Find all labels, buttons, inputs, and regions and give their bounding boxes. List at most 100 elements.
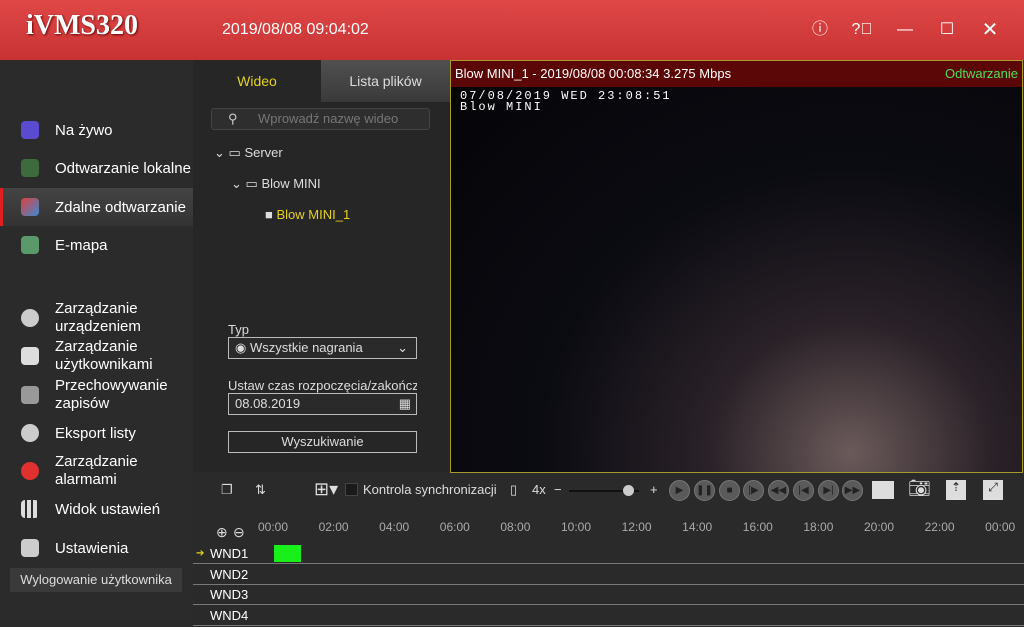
fast-icon[interactable]: ▶▶: [842, 480, 863, 501]
snapshot-icon[interactable]: 📷︎: [908, 478, 931, 499]
search-input[interactable]: ⚲ Wprowadź nazwę wideo: [211, 108, 430, 130]
date-value: 08.08.2019: [235, 396, 301, 411]
frame-icon[interactable]: ▯: [510, 482, 517, 498]
sidebar: Na żywo Odtwarzanie lokalne Zdalne odtwa…: [0, 60, 193, 627]
single-frame-icon[interactable]: |▶: [743, 480, 764, 501]
video-title: Blow MINI_1 - 2019/08/08 00:08:34 3.275 …: [455, 66, 732, 81]
tree-node-device[interactable]: ⌄ ▭ Blow MINI: [231, 176, 321, 192]
tree-node-channel[interactable]: ■ Blow MINI_1: [265, 207, 350, 222]
video-title-bar: Blow MINI_1 - 2019/08/08 00:08:34 3.275 …: [451, 61, 1022, 87]
sidebar-item-label: Zarządzanie użytkownikami: [55, 338, 153, 373]
speed-increase[interactable]: +: [650, 482, 658, 497]
sync-checkbox[interactable]: [345, 483, 358, 496]
tree-label: Server: [244, 145, 283, 160]
clock: 2019/08/08 09:04:02: [222, 21, 369, 38]
previous-icon[interactable]: |◀: [793, 480, 814, 501]
zoom-in-icon[interactable]: ⊕: [216, 524, 228, 541]
remote-playback-icon: [21, 198, 39, 216]
maximize-icon[interactable]: ☐: [935, 18, 959, 42]
timeline-row[interactable]: WND1 ➔: [193, 544, 1024, 564]
sidebar-item-label: Zdalne odtwarzanie: [55, 198, 186, 216]
sidebar-item-storage[interactable]: Przechowywanie zapisów: [0, 376, 193, 414]
time-tick: 04:00: [379, 520, 410, 534]
help-icon[interactable]: ?⃝: [850, 18, 874, 42]
window-label: WND3: [210, 587, 249, 602]
date-input[interactable]: 08.08.2019 ▦: [228, 393, 417, 415]
slow-icon[interactable]: ◀◀: [768, 480, 789, 501]
speed-slider-handle[interactable]: [623, 485, 634, 496]
time-tick: 16:00: [742, 520, 773, 534]
sidebar-item-label: E-mapa: [55, 236, 108, 254]
camera-icon: ■: [265, 207, 273, 222]
time-tick: 00:00: [985, 520, 1016, 534]
search-button[interactable]: Wyszukiwanie: [228, 431, 417, 453]
window-label: WND2: [210, 566, 249, 582]
window-label: WND1: [210, 546, 249, 561]
zoom-out-icon[interactable]: ⊖: [233, 524, 245, 541]
time-tick: 02:00: [318, 520, 349, 534]
time-tick: 08:00: [500, 520, 531, 534]
pause-icon[interactable]: ❚❚: [694, 480, 715, 501]
tab-video[interactable]: Wideo: [193, 60, 321, 102]
playback-toolbar: ❐ ⇅ ⊞▾ Kontrola synchronizacji ▯ 4x − + …: [193, 475, 1024, 507]
sidebar-item-user-management[interactable]: Zarządzanie użytkownikami: [0, 337, 193, 375]
timeline[interactable]: ⊕ ⊖ 00:00 02:00 04:00 06:00 08:00 10:00 12:00 1…: [193, 515, 1024, 627]
sidebar-item-device-management[interactable]: Zarządzanie urządzeniem: [0, 299, 193, 337]
stream-select[interactable]: [872, 481, 894, 499]
time-tick: 10:00: [560, 520, 592, 534]
sidebar-item-export[interactable]: Eksport listy: [0, 414, 193, 452]
time-tick: 18:00: [803, 520, 834, 534]
sort-icon[interactable]: ⇅: [255, 482, 266, 498]
chevron-down-icon: ⌄: [397, 340, 408, 355]
info-icon[interactable]: ⓘ: [808, 18, 832, 42]
logout-button[interactable]: Wylogowanie użytkownika: [10, 568, 182, 592]
server-icon: ▭: [228, 145, 241, 160]
sidebar-item-label: Na żywo: [55, 121, 113, 139]
local-playback-icon: [21, 159, 39, 177]
tab-file-list[interactable]: Lista plików: [321, 60, 450, 102]
type-select[interactable]: ◉ Wszystkie nagrania ⌄: [228, 337, 417, 359]
search-icon: ⚲: [228, 111, 238, 126]
calendar-icon[interactable]: ▦: [399, 394, 411, 414]
device-management-icon: [21, 309, 39, 327]
tree-label: Blow MINI: [261, 176, 321, 191]
close-icon[interactable]: ✕: [978, 18, 1002, 42]
speed-decrease[interactable]: −: [554, 482, 562, 497]
app-logo: iVMS320: [26, 10, 138, 41]
sidebar-item-local-playback[interactable]: Odtwarzanie lokalne: [0, 149, 193, 187]
storage-icon: [21, 386, 39, 404]
timeline-row[interactable]: WND3: [193, 585, 1024, 605]
video-window[interactable]: Blow MINI_1 - 2019/08/08 00:08:34 3.275 …: [450, 60, 1023, 473]
export-icon: [21, 424, 39, 442]
time-tick: 06:00: [439, 520, 470, 534]
download-folder-icon[interactable]: ⇡: [946, 480, 966, 500]
sidebar-item-label: Zarządzanie alarmami: [55, 453, 138, 488]
timeline-row[interactable]: WND2: [193, 564, 1024, 585]
video-frame: 07/08/2019 WED 23:08:51 Blow MINI: [451, 87, 1022, 472]
user-management-icon: [21, 347, 39, 365]
timeline-row[interactable]: WND4: [193, 605, 1024, 626]
tree-node-server[interactable]: ⌄ ▭ Server: [214, 145, 283, 161]
fullscreen-icon[interactable]: ⤢: [983, 480, 1003, 500]
sidebar-item-label: Przechowywanie zapisów: [55, 377, 168, 412]
sidebar-item-live[interactable]: Na żywo: [0, 111, 193, 149]
live-view-icon: [21, 121, 39, 139]
stop-icon[interactable]: ■: [719, 480, 740, 501]
sidebar-item-view-settings[interactable]: Widok ustawień: [0, 490, 193, 528]
time-tick: 12:00: [621, 520, 652, 534]
recording-segment[interactable]: [274, 545, 302, 562]
window-copy-icon[interactable]: ❐: [221, 482, 233, 498]
sidebar-item-alarms[interactable]: Zarządzanie alarmami: [0, 452, 193, 490]
minimize-icon[interactable]: —: [893, 18, 917, 42]
next-icon[interactable]: ▶|: [818, 480, 839, 501]
device-icon: ▭: [245, 176, 258, 191]
sidebar-item-label: Eksport listy: [55, 424, 136, 442]
type-label: Typ: [228, 322, 249, 337]
sidebar-item-emap[interactable]: E-mapa: [0, 226, 193, 264]
layout-grid-icon[interactable]: ⊞▾: [314, 479, 338, 500]
sidebar-item-remote-playback[interactable]: Zdalne odtwarzanie: [0, 188, 193, 226]
sidebar-item-settings[interactable]: Ustawienia: [0, 529, 193, 567]
current-window-arrow-icon: ➔: [196, 548, 205, 559]
title-bar: iVMS320 2019/08/08 09:04:02 ⓘ ?⃝ — ☐ ✕: [0, 0, 1024, 60]
play-icon[interactable]: ▶: [669, 480, 690, 501]
